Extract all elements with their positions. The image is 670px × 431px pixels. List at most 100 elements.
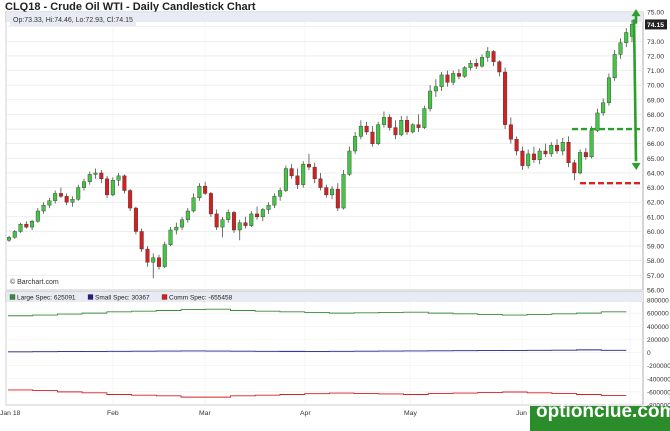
candle-body [347,150,352,175]
candle-body [174,226,179,231]
legend-entry: Comm Spec: -655458 [169,295,233,302]
price-tick-label: 71.00 [647,68,664,75]
candle-body [543,150,548,155]
candle-body [145,248,150,263]
candle-body [168,229,173,245]
cot-tick-label: -600000 [647,389,670,396]
candle-body [249,213,254,226]
candle-body [549,144,554,155]
candle-body [439,74,444,87]
candle-body [566,142,571,163]
candle-body [555,144,559,152]
candle-body [503,71,508,125]
candle-body [468,63,473,68]
candle-body [405,120,410,133]
candle-body [116,175,121,181]
price-tick-label: 66.00 [647,141,664,148]
candle-body [214,213,219,228]
legend-entry: Large Spec: 625091 [17,295,76,302]
candle-body [578,152,583,174]
candle-body [456,73,461,77]
legend-swatch [9,294,16,300]
candle-body [47,200,52,206]
candle-body [70,199,75,203]
cot-tick-label: -200000 [647,363,670,370]
candle-body [18,223,23,232]
candle-body [497,61,502,73]
candle-body [53,193,58,201]
candle-body [41,204,46,212]
last-price-tag: 74.15 [647,22,664,29]
candle-body [612,54,617,79]
candle-body [358,125,363,137]
candle-body [255,213,260,218]
price-tick-label: 73.00 [647,39,664,46]
cot-tick-label: 200000 [647,337,669,344]
candle-body [589,130,594,158]
candle-body [151,257,156,263]
candle-body [139,231,144,250]
candle-body [601,102,606,114]
x-tick-label: Jan 18 [0,410,21,417]
candle-body [370,131,375,144]
candle-body [260,209,265,218]
candle-body [526,153,531,166]
price-tick-label: 63.00 [647,185,664,192]
candle-body [93,172,98,175]
candle-body [128,190,133,209]
candle-body [422,108,427,128]
x-tick-label: Apr [300,410,311,417]
candle-body [324,187,329,196]
candle-body [583,152,588,158]
candle-body [416,124,421,128]
candle-body [520,150,525,166]
legend-swatch [87,294,94,300]
price-tick-label: 60.00 [647,229,664,236]
candle-body [191,197,196,212]
candle-body [7,237,11,241]
candle-body [58,193,63,197]
candle-body [353,136,358,152]
price-tick-label: 57.00 [647,273,664,280]
candle-body [508,124,513,140]
price-tick-label: 75.00 [647,10,664,17]
candle-body [474,63,479,67]
candle-body [480,57,485,67]
candle-body [203,185,208,194]
candle-body [24,223,29,228]
barchart-credit: © Barchart.com [10,279,59,286]
x-tick-label: Feb [107,410,119,417]
candle-body [364,125,369,133]
price-tick-label: 67.00 [647,127,664,134]
candle-body [335,188,340,209]
candle-body [451,73,456,83]
price-tick-label: 62.00 [647,200,664,207]
cot-tick-label: 800000 [647,298,669,305]
candle-body [35,210,40,222]
candle-body [376,124,381,144]
cot-tick-label: 0 [647,350,651,357]
candle-body [606,77,611,103]
candle-body [618,42,623,55]
candle-body [266,204,271,210]
watermark: optionclue.com [536,401,670,422]
candle-body [105,178,110,196]
cot-tick-label: 600000 [647,311,669,318]
candle-body [122,175,127,191]
price-tick-label: 58.00 [647,258,664,265]
candle-body [197,185,202,199]
chart-root: CLQ18 - Crude Oil WTI - Daily Candlestic… [0,0,670,431]
candle-body [272,196,277,206]
candle-body [99,172,104,180]
chart-canvas: 75.0074.0073.0072.0071.0070.0069.0068.00… [0,9,670,431]
candle-body [572,162,577,174]
candle-body [237,222,242,231]
candle-body [531,153,536,160]
cot-tick-label: 400000 [647,324,669,331]
x-tick-label: Jun [516,410,527,417]
candle-body [133,207,138,232]
candle-body [110,180,115,196]
candle-body [278,190,283,197]
candle-body [393,127,398,136]
candle-body [318,178,323,188]
